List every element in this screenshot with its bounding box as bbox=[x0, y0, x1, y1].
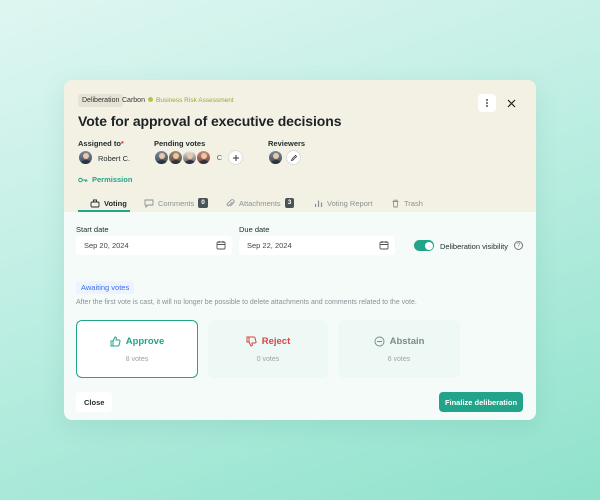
calendar-icon[interactable] bbox=[216, 240, 226, 250]
tab-attachments-label: Attachments bbox=[239, 198, 281, 208]
status-dot-icon bbox=[148, 97, 153, 102]
assigned-to-label: Assigned to* bbox=[78, 139, 124, 148]
key-icon bbox=[78, 177, 88, 182]
reject-count: 0 votes bbox=[256, 355, 280, 363]
close-modal-button[interactable] bbox=[502, 94, 520, 112]
ballot-icon bbox=[90, 199, 100, 207]
tab-voting-report-label: Voting Report bbox=[327, 198, 373, 208]
abstain-label: Abstain bbox=[389, 335, 425, 347]
pending-voter-initial[interactable]: C bbox=[212, 150, 227, 165]
reject-option[interactable]: Reject 0 votes bbox=[208, 320, 328, 378]
start-date-label: Start date bbox=[76, 225, 109, 234]
permission-label: Permission bbox=[92, 175, 133, 184]
tab-trash-label: Trash bbox=[404, 198, 423, 208]
tag-business-risk-label: Business Risk Assessment bbox=[156, 97, 234, 104]
tab-voting-label: Voting bbox=[104, 198, 127, 208]
thumbs-up-icon bbox=[110, 335, 121, 346]
visibility-toggle[interactable] bbox=[414, 240, 434, 251]
start-date-value: Sep 20, 2024 bbox=[84, 241, 129, 250]
pending-votes-label: Pending votes bbox=[154, 139, 206, 148]
finalize-deliberation-button[interactable]: Finalize deliberation bbox=[439, 392, 523, 412]
abstain-option[interactable]: Abstain 6 votes bbox=[338, 320, 460, 378]
modal-header: Deliberation Carbon Business Risk Assess… bbox=[64, 80, 536, 212]
pending-voter-avatar[interactable] bbox=[154, 150, 169, 165]
pending-voter-avatar[interactable] bbox=[182, 150, 197, 165]
bar-chart-icon bbox=[314, 200, 323, 207]
tag-carbon: Carbon bbox=[122, 97, 145, 104]
close-icon bbox=[507, 99, 515, 107]
reviewers-label: Reviewers bbox=[268, 139, 306, 148]
attachments-count-badge: 3 bbox=[284, 198, 295, 208]
tag-deliberation: Deliberation bbox=[78, 94, 124, 107]
start-date-input[interactable]: Sep 20, 2024 bbox=[76, 236, 232, 255]
assigned-to-text: Assigned to bbox=[78, 139, 121, 148]
plus-icon bbox=[232, 154, 239, 161]
approve-option[interactable]: Approve 8 votes bbox=[76, 320, 198, 378]
tab-voting[interactable]: Voting bbox=[90, 196, 127, 210]
visibility-label: Deliberation visibility bbox=[440, 242, 508, 251]
pencil-icon bbox=[290, 154, 297, 161]
tab-comments-label: Comments bbox=[158, 198, 195, 208]
paperclip-icon bbox=[226, 198, 235, 207]
thumbs-down-icon bbox=[246, 336, 257, 347]
assignee-name: Robert C. bbox=[98, 154, 131, 163]
deliberation-modal: Deliberation Carbon Business Risk Assess… bbox=[64, 80, 536, 420]
approve-title: Approve bbox=[110, 335, 165, 347]
help-icon[interactable]: ? bbox=[514, 241, 523, 250]
toggle-knob bbox=[424, 241, 433, 250]
active-tab-indicator bbox=[78, 210, 130, 212]
more-vertical-icon bbox=[486, 99, 488, 107]
edit-reviewers-button[interactable] bbox=[286, 150, 301, 165]
permission-link[interactable]: Permission bbox=[78, 175, 132, 184]
approve-count: 8 votes bbox=[125, 355, 149, 363]
abstain-count: 6 votes bbox=[387, 355, 411, 363]
comments-count-badge: 0 bbox=[198, 198, 208, 208]
reject-label: Reject bbox=[261, 335, 291, 347]
vote-notice: After the first vote is cast, it will no… bbox=[76, 299, 417, 306]
tag-business-risk: Business Risk Assessment bbox=[148, 94, 234, 107]
due-date-label: Due date bbox=[239, 225, 270, 234]
pending-voter-avatar[interactable] bbox=[168, 150, 183, 165]
due-date-value: Sep 22, 2024 bbox=[247, 241, 292, 250]
trash-icon bbox=[392, 199, 399, 207]
abstain-title: Abstain bbox=[374, 335, 425, 347]
due-date-input[interactable]: Sep 22, 2024 bbox=[239, 236, 395, 255]
reject-title: Reject bbox=[246, 335, 291, 347]
more-options-button[interactable] bbox=[478, 94, 496, 112]
status-badge: Awaiting votes bbox=[76, 281, 135, 294]
tab-comments[interactable]: Comments 0 bbox=[144, 196, 208, 210]
add-voter-button[interactable] bbox=[228, 150, 243, 165]
calendar-icon[interactable] bbox=[379, 240, 389, 250]
tab-voting-report[interactable]: Voting Report bbox=[314, 196, 372, 210]
close-button[interactable]: Close bbox=[76, 392, 113, 412]
approve-label: Approve bbox=[125, 335, 165, 347]
page-title: Vote for approval of executive decisions bbox=[78, 113, 342, 129]
assignee-avatar[interactable] bbox=[78, 150, 93, 165]
tab-trash[interactable]: Trash bbox=[391, 196, 423, 210]
pending-voter-avatar[interactable] bbox=[196, 150, 211, 165]
reviewer-avatar[interactable] bbox=[268, 150, 283, 165]
required-marker: * bbox=[120, 139, 124, 148]
tab-attachments[interactable]: Attachments 3 bbox=[226, 196, 295, 210]
minus-circle-icon bbox=[374, 336, 385, 346]
comment-icon bbox=[144, 199, 154, 208]
